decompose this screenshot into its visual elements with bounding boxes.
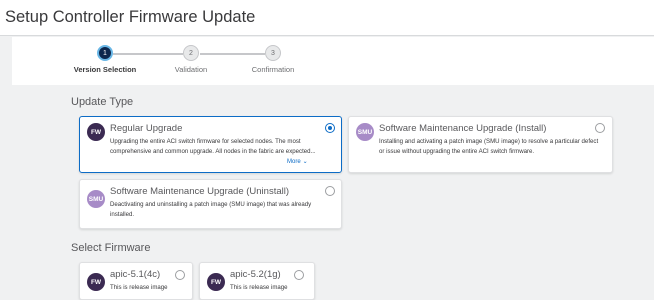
more-link[interactable]: More ⌄	[287, 158, 308, 165]
step-3-indicator[interactable]: 3	[265, 45, 281, 61]
firmware-radio[interactable]	[175, 270, 185, 280]
step-1-indicator[interactable]: 1	[97, 45, 113, 61]
card-description: Upgrading the entire ACI switch firmware…	[110, 138, 316, 155]
fw-badge-icon: FW	[207, 273, 225, 291]
card-title: Software Maintenance Upgrade (Uninstall)	[110, 186, 290, 197]
step-1-label: Version Selection	[73, 65, 137, 74]
firmware-name: apic-5.1(4c)	[110, 269, 161, 280]
step-2-indicator[interactable]: 2	[183, 45, 199, 61]
card-title: Regular Upgrade	[110, 123, 183, 134]
firmware-description: This is release image	[230, 284, 288, 291]
card-description: Installing and activating a patch image …	[379, 138, 599, 155]
step-connector	[113, 53, 183, 55]
more-label: More	[287, 159, 301, 165]
step-3-label: Confirmation	[251, 65, 295, 74]
firmware-description: This is release image	[110, 284, 168, 291]
card-description: Deactivating and uninstalling a patch im…	[110, 201, 312, 218]
chevron-down-icon: ⌄	[302, 159, 308, 165]
regular-upgrade-radio[interactable]	[325, 123, 335, 133]
smu-badge-icon: SMU	[87, 190, 105, 208]
smu-install-radio[interactable]	[595, 123, 605, 133]
regular-upgrade-card[interactable]: FW Regular Upgrade Upgrading the entire …	[79, 116, 342, 173]
select-firmware-heading: Select Firmware	[71, 242, 151, 254]
fw-badge-icon: FW	[87, 273, 105, 291]
page-title: Setup Controller Firmware Update	[5, 8, 256, 26]
smu-install-card[interactable]: SMU Software Maintenance Upgrade (Instal…	[348, 116, 613, 173]
page-header: Setup Controller Firmware Update	[0, 0, 654, 36]
update-type-heading: Update Type	[71, 96, 134, 108]
firmware-image-card[interactable]: FW apic-5.1(4c) This is release image	[79, 262, 193, 300]
card-title: Software Maintenance Upgrade (Install)	[379, 123, 547, 134]
smu-uninstall-card[interactable]: SMU Software Maintenance Upgrade (Uninst…	[79, 179, 342, 229]
firmware-image-card[interactable]: FW apic-5.2(1g) This is release image	[199, 262, 315, 300]
firmware-radio[interactable]	[294, 270, 304, 280]
fw-badge-icon: FW	[87, 123, 105, 141]
step-2-label: Validation	[174, 65, 208, 74]
firmware-name: apic-5.2(1g)	[230, 269, 281, 280]
smu-badge-icon: SMU	[356, 123, 374, 141]
step-connector	[200, 53, 265, 55]
smu-uninstall-radio[interactable]	[325, 186, 335, 196]
wizard-steps: 1 Version Selection 2 Validation 3 Confi…	[12, 37, 654, 85]
